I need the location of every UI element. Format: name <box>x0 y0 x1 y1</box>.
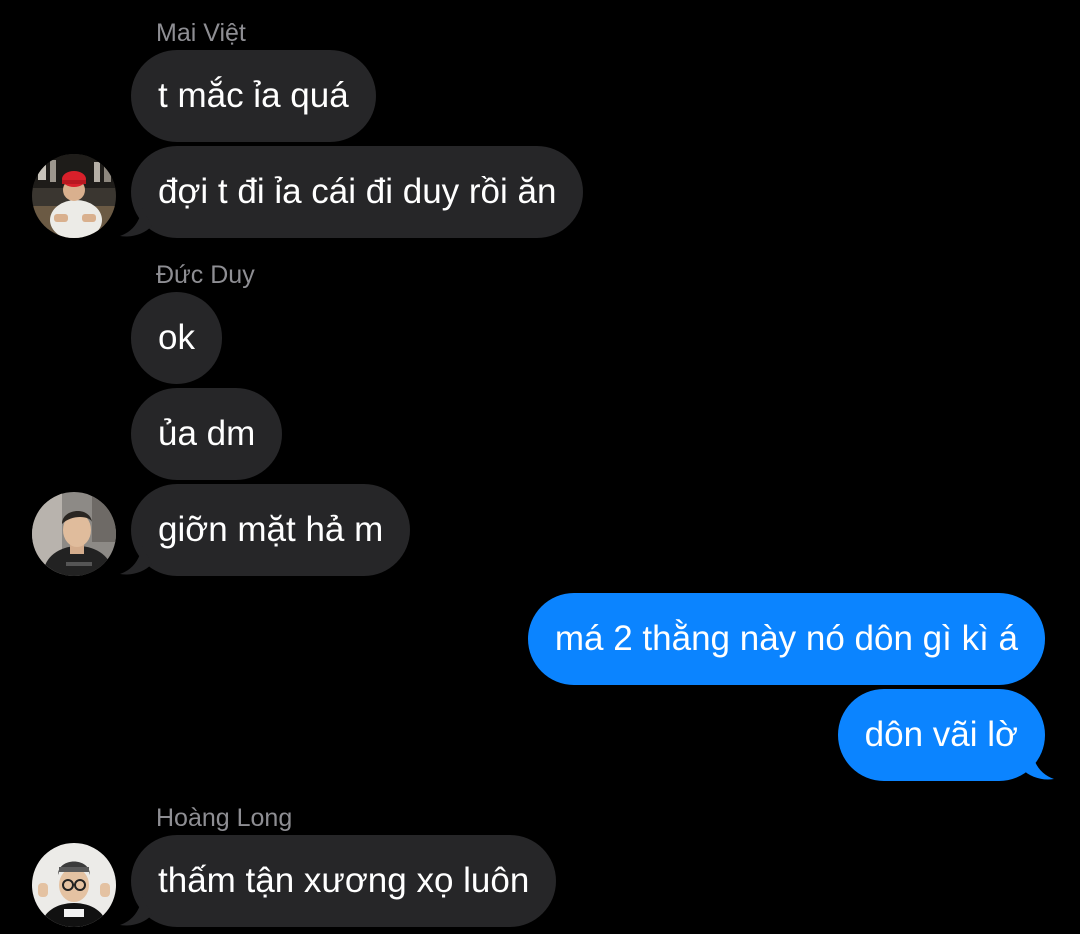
message-bubble-outgoing[interactable]: dôn vãi lờ <box>837 689 1045 781</box>
message-bubble[interactable]: giỡn mặt hả m <box>131 484 411 576</box>
bubble-tail <box>120 897 152 926</box>
bubble-tail <box>1022 751 1054 780</box>
bubble-tail <box>120 208 152 237</box>
message-bubble[interactable]: ủa dm <box>131 388 283 480</box>
message-bubble-outgoing[interactable]: má 2 thằng này nó dôn gì kì á <box>527 593 1045 685</box>
message-bubble[interactable]: ok <box>131 292 222 384</box>
sender-name: Mai Việt <box>156 19 246 47</box>
avatar-glasses-icon[interactable] <box>32 843 116 927</box>
message-bubble[interactable]: đợi t đi ỉa cái đi duy rồi ăn <box>131 146 584 238</box>
sender-name: Đức Duy <box>156 261 255 289</box>
avatar-red-cap-icon[interactable] <box>32 154 116 238</box>
bubble-tail <box>120 546 152 575</box>
message-bubble[interactable]: t mắc ỉa quá <box>131 50 376 142</box>
sender-name: Hoàng Long <box>156 804 293 832</box>
message-bubble[interactable]: thấm tận xương xọ luôn <box>131 835 557 927</box>
avatar-man-icon[interactable] <box>32 492 116 576</box>
